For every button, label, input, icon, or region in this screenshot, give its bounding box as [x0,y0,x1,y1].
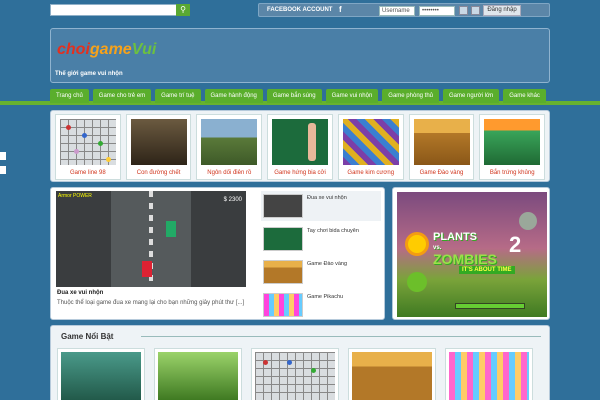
featured-game-box: Armor POWER $ 2300 Đua xe vui nhộn Thuộc… [50,187,385,320]
game-card-label: Game hứng bia cởi [274,170,326,176]
list-item-label: Game Đào vàng [307,261,348,267]
nav-adult[interactable]: Game người lớn [443,89,500,103]
section-title: Game Nổi Bật [61,332,114,341]
search-input[interactable] [50,4,190,16]
game-card[interactable]: Con đường chết [125,114,192,180]
list-thumb [263,293,303,317]
list-item[interactable]: Game Đào vàng [261,257,381,287]
side-tab[interactable] [0,166,6,174]
site-logo[interactable]: choigameVui [57,41,156,59]
sunflower-icon [405,232,429,256]
username-field[interactable]: Username [379,6,415,16]
site-header: choigameVui Thế giới game vui nhộn [50,28,550,83]
nav-shooting[interactable]: Game bắn súng [266,89,322,103]
featured-thumb[interactable] [154,348,242,400]
nav-defense[interactable]: Game phòng thủ [382,89,439,103]
featured-game-title[interactable]: Đua xe vui nhộn [57,290,103,296]
game-card-label: Game kim cương [347,170,395,176]
list-item[interactable]: Game Pikachu [261,290,381,320]
facebook-account-label: FACEBOOK ACCOUNT [267,7,333,13]
search-icon: ⚲ [180,5,186,14]
game-card-label: Game line 98 [70,170,106,176]
nav-kids[interactable]: Game cho trẻ em [92,89,152,103]
game-card[interactable]: Bắn trứng khủng [479,114,546,180]
banner-title: PLANTS vs. ZOMBIES [433,231,497,267]
featured-thumb[interactable] [251,348,339,400]
side-tabs [0,152,6,180]
nav-home[interactable]: Trang chủ [50,89,89,103]
game-card-label: Game Đào vàng [419,170,464,176]
list-thumb [263,227,303,251]
game-card[interactable]: Ngôn dối điên rồ [196,114,263,180]
hud-armor: Armor POWER [58,193,92,199]
logo-part-choi: choi [57,41,90,58]
remember-checkbox[interactable] [459,6,468,15]
list-item-label: Game Pikachu [307,294,344,300]
banner-bar [455,303,525,309]
logo-part-game: game [89,41,132,58]
password-field[interactable]: •••••••• [419,6,455,16]
nav-action[interactable]: Game hành động [204,89,263,103]
pool-table-thumb [272,119,329,165]
game-card-label: Ngôn dối điên rồ [207,170,252,176]
gold-miner-thumb [413,119,470,165]
hud-money: $ 2300 [223,197,242,203]
game-card[interactable]: Game hứng bia cởi [267,114,333,180]
game-over-thumb [61,352,141,400]
nav-other[interactable]: Game khác [503,89,546,103]
nav-puzzle[interactable]: Game trí tuệ [155,89,201,103]
plants-vs-zombies-thumb [158,352,238,400]
top-bar: ⚲ FACEBOOK ACCOUNT f Username •••••••• Đ… [0,0,600,22]
banner-subtitle: IT'S ABOUT TIME [459,266,515,274]
promo-banner[interactable]: PLANTS vs. ZOMBIES 2 IT'S ABOUT TIME [392,187,550,320]
game-card-label: Bắn trứng khủng [489,170,535,176]
list-item[interactable]: Tay chơi bida chuyên [261,224,381,254]
featured-thumbs [57,348,533,400]
side-tab[interactable] [0,152,6,160]
banner-number: 2 [509,232,522,257]
racing-car-thumb [201,119,258,165]
game-card-label: Con đường chết [136,170,181,176]
enemy-car [166,221,176,237]
list-item-label: Tay chơi bida chuyên [307,228,359,234]
game-card[interactable]: Game Đào vàng [408,114,475,180]
site-tagline: Thế giới game vui nhộn [55,71,123,77]
register-icon[interactable] [471,6,480,15]
list-thumb [263,194,303,218]
featured-thumb[interactable] [57,348,145,400]
gold-miner-thumb [352,352,432,400]
zombie-icon [519,212,537,230]
search-button[interactable]: ⚲ [176,4,190,16]
logo-part-vui: Vui [131,41,157,58]
game-card[interactable]: Game line 98 [55,114,121,180]
pikachu-thumb [449,352,529,400]
list-thumb [263,260,303,284]
featured-list: Đua xe vui nhộn Tay chơi bida chuyên Gam… [261,191,381,323]
nav-fun[interactable]: Game vui nhộn [325,89,379,103]
game-card[interactable]: Game kim cương [337,114,404,180]
dark-road-thumb [130,119,187,165]
featured-thumb[interactable] [348,348,436,400]
section-divider [141,336,541,337]
player-car [142,261,152,277]
main-nav: Trang chủ Game cho trẻ em Game trí tuệ G… [50,89,550,103]
banner-title-plants: PLANTS [433,231,477,243]
top-games-strip: Game line 98 Con đường chết Ngôn dối điê… [50,110,550,182]
list-item-label: Đua xe vui nhộn [307,195,347,201]
facebook-icon[interactable]: f [339,5,342,14]
banner-title-zombies: ZOMBIES [433,251,497,267]
login-button[interactable]: Đăng nhập [483,5,521,16]
featured-games-section: Game Nổi Bật [50,325,550,400]
lines-board-thumb [255,352,335,400]
featured-game-image[interactable]: Armor POWER $ 2300 [56,191,246,287]
promo-banner-art: PLANTS vs. ZOMBIES 2 IT'S ABOUT TIME [397,192,547,317]
dinosaur-bubble-thumb [484,119,541,165]
jewels-thumb [342,119,399,165]
lines-board-thumb [60,119,116,165]
list-item[interactable]: Đua xe vui nhộn [261,191,381,221]
peashooter-icon [407,272,427,292]
featured-thumb[interactable] [445,348,533,400]
login-bar: FACEBOOK ACCOUNT f Username •••••••• Đăn… [258,3,550,17]
featured-game-desc: Thuộc thể loại game đua xe mang lại cho … [57,300,245,306]
